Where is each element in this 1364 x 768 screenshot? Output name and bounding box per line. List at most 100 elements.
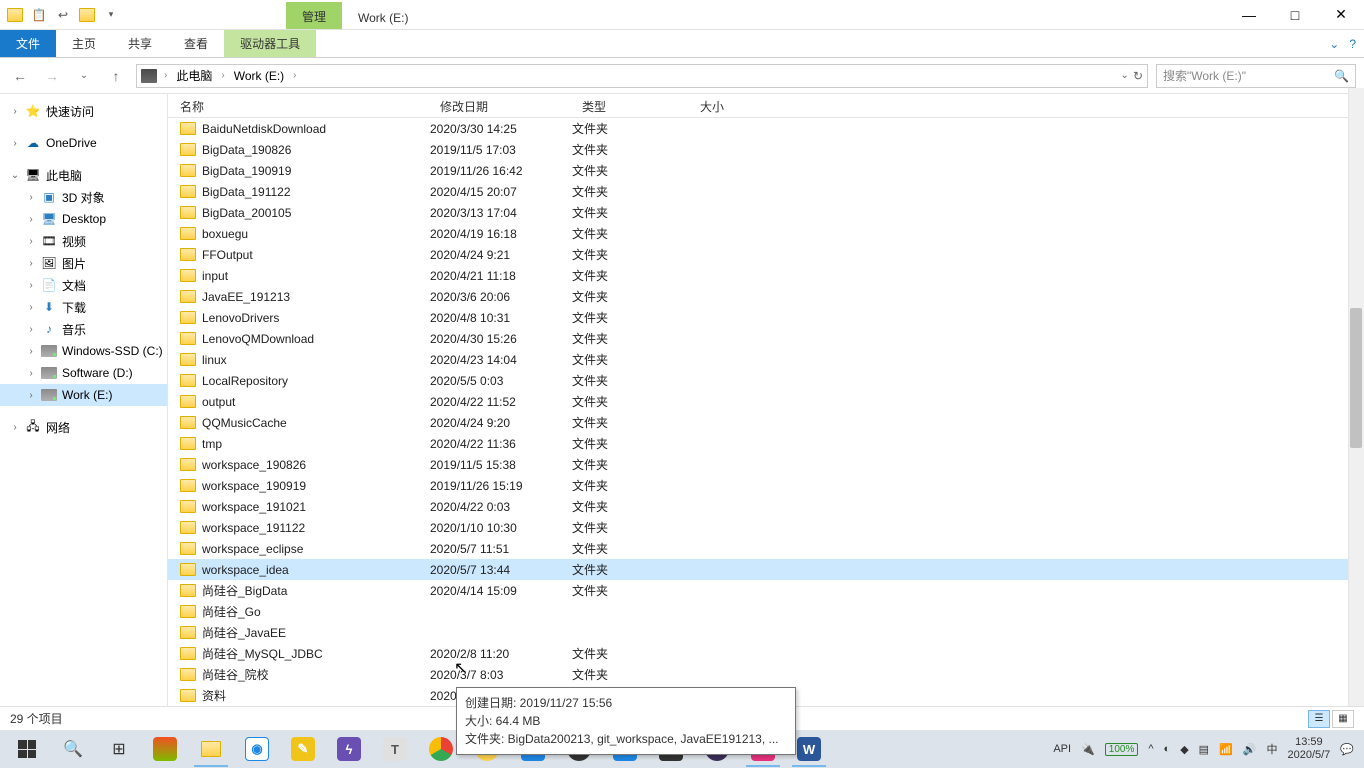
table-row[interactable]: workspace_eclipse2020/5/7 11:51文件夹 xyxy=(168,538,1364,559)
taskbar-app[interactable]: T xyxy=(372,730,418,768)
table-row[interactable]: workspace_1909192019/11/26 15:19文件夹 xyxy=(168,475,1364,496)
icons-view-button[interactable]: ▦ xyxy=(1332,710,1354,728)
properties-icon[interactable] xyxy=(4,4,26,26)
table-row[interactable]: workspace_1908262019/11/5 15:38文件夹 xyxy=(168,454,1364,475)
tray-icon[interactable]: ◐ xyxy=(1164,743,1171,755)
up-button[interactable]: ↑ xyxy=(104,64,128,88)
tray-ime[interactable]: 中 xyxy=(1266,741,1277,757)
taskbar-explorer[interactable] xyxy=(188,730,234,768)
file-date: 2019/11/5 17:03 xyxy=(430,143,572,157)
recent-dropdown-icon[interactable]: ⌄ xyxy=(72,64,96,88)
qat-dropdown-icon[interactable]: ▾ xyxy=(100,4,122,26)
table-row[interactable]: BigData_1911222020/4/15 20:07文件夹 xyxy=(168,181,1364,202)
table-row[interactable]: BigData_1908262019/11/5 17:03文件夹 xyxy=(168,139,1364,160)
start-button[interactable] xyxy=(4,730,50,768)
tree-drive-c[interactable]: Windows-SSD (C:) xyxy=(0,340,167,362)
tree-thispc[interactable]: 🖥此电脑 xyxy=(0,164,167,186)
table-row[interactable]: 尚硅谷_BigData2020/4/14 15:09文件夹 xyxy=(168,580,1364,601)
table-row[interactable]: LenovoDrivers2020/4/8 10:31文件夹 xyxy=(168,307,1364,328)
taskbar-app[interactable]: ✎ xyxy=(280,730,326,768)
help-icon[interactable]: ? xyxy=(1349,37,1356,51)
tree-onedrive[interactable]: ☁OneDrive xyxy=(0,132,167,154)
col-date[interactable]: 修改日期 xyxy=(430,94,572,117)
file-rows[interactable]: BaiduNetdiskDownload2020/3/30 14:25文件夹Bi… xyxy=(168,118,1364,706)
tray-icon[interactable]: ^ xyxy=(1148,743,1153,755)
paste-icon[interactable]: 📋 xyxy=(28,4,50,26)
tree-network[interactable]: 🖧网络 xyxy=(0,416,167,438)
tree-quick-access[interactable]: ⭐快速访问 xyxy=(0,100,167,122)
crumb-thispc[interactable]: 此电脑 xyxy=(174,67,214,84)
address-dropdown-icon[interactable]: ⌄ xyxy=(1121,70,1129,81)
tab-drive-tools[interactable]: 驱动器工具 xyxy=(224,30,316,57)
table-row[interactable]: output2020/4/22 11:52文件夹 xyxy=(168,391,1364,412)
tab-share[interactable]: 共享 xyxy=(112,30,168,57)
tray-wifi-icon[interactable]: 📶 xyxy=(1219,743,1233,756)
undo-icon[interactable]: ↩ xyxy=(52,4,74,26)
search-input[interactable]: 搜索"Work (E:)" 🔍 xyxy=(1156,64,1356,88)
table-row[interactable]: BigData_2001052020/3/13 17:04文件夹 xyxy=(168,202,1364,223)
nav-tree[interactable]: ⭐快速访问 ☁OneDrive 🖥此电脑 ▣3D 对象 🖥Desktop 🎞视频… xyxy=(0,94,168,706)
scrollbar[interactable] xyxy=(1348,88,1364,706)
col-name[interactable]: 名称 xyxy=(168,94,430,117)
tree-3dobjects[interactable]: ▣3D 对象 xyxy=(0,186,167,208)
table-row[interactable]: 尚硅谷_JavaEE xyxy=(168,622,1364,643)
tray-battery[interactable]: 100% xyxy=(1105,743,1139,756)
taskbar-app[interactable]: ϟ xyxy=(326,730,372,768)
tab-file[interactable]: 文件 xyxy=(0,30,56,57)
table-row[interactable]: 尚硅谷_MySQL_JDBC2020/2/8 11:20文件夹 xyxy=(168,643,1364,664)
tree-pictures[interactable]: 🖼图片 xyxy=(0,252,167,274)
tray-volume-icon[interactable]: 🔊 xyxy=(1243,743,1257,756)
table-row[interactable]: input2020/4/21 11:18文件夹 xyxy=(168,265,1364,286)
table-row[interactable]: workspace_1910212020/4/22 0:03文件夹 xyxy=(168,496,1364,517)
details-view-button[interactable]: ☰ xyxy=(1308,710,1330,728)
tray-icon[interactable]: ◆ xyxy=(1180,743,1188,756)
table-row[interactable]: linux2020/4/23 14:04文件夹 xyxy=(168,349,1364,370)
table-row[interactable]: BigData_1909192019/11/26 16:42文件夹 xyxy=(168,160,1364,181)
table-row[interactable]: LocalRepository2020/5/5 0:03文件夹 xyxy=(168,370,1364,391)
tree-videos[interactable]: 🎞视频 xyxy=(0,230,167,252)
tray-api-label[interactable]: API xyxy=(1053,743,1071,755)
tray-icon[interactable]: ▤ xyxy=(1199,743,1209,756)
table-row[interactable]: 尚硅谷_院校2020/3/7 8:03文件夹 xyxy=(168,664,1364,685)
close-button[interactable]: ✕ xyxy=(1318,0,1364,29)
col-size[interactable]: 大小 xyxy=(690,94,770,117)
tree-drive-e[interactable]: Work (E:) xyxy=(0,384,167,406)
table-row[interactable]: JavaEE_1912132020/3/6 20:06文件夹 xyxy=(168,286,1364,307)
tray-power-icon[interactable]: 🔌 xyxy=(1081,743,1095,756)
table-row[interactable]: FFOutput2020/4/24 9:21文件夹 xyxy=(168,244,1364,265)
table-row[interactable]: workspace_1911222020/1/10 10:30文件夹 xyxy=(168,517,1364,538)
table-row[interactable]: QQMusicCache2020/4/24 9:20文件夹 xyxy=(168,412,1364,433)
tree-documents[interactable]: 📄文档 xyxy=(0,274,167,296)
chevron-right-icon[interactable]: › xyxy=(161,70,170,81)
search-icon[interactable]: 🔍 xyxy=(50,730,96,768)
maximize-button[interactable]: □ xyxy=(1272,0,1318,29)
chevron-right-icon[interactable]: › xyxy=(218,70,227,81)
ribbon-expand-icon[interactable]: ⌄ xyxy=(1329,37,1339,51)
tab-view[interactable]: 查看 xyxy=(168,30,224,57)
tree-drive-d[interactable]: Software (D:) xyxy=(0,362,167,384)
col-type[interactable]: 类型 xyxy=(572,94,690,117)
table-row[interactable]: boxuegu2020/4/19 16:18文件夹 xyxy=(168,223,1364,244)
taskbar-app[interactable]: ◉ xyxy=(234,730,280,768)
task-view-icon[interactable]: ⊞ xyxy=(96,730,142,768)
address-bar[interactable]: › 此电脑 › Work (E:) › ⌄ ↻ xyxy=(136,64,1148,88)
scrollbar-thumb[interactable] xyxy=(1350,308,1362,448)
table-row[interactable]: BaiduNetdiskDownload2020/3/30 14:25文件夹 xyxy=(168,118,1364,139)
table-row[interactable]: 尚硅谷_Go xyxy=(168,601,1364,622)
table-row[interactable]: LenovoQMDownload2020/4/30 15:26文件夹 xyxy=(168,328,1364,349)
table-row[interactable]: tmp2020/4/22 11:36文件夹 xyxy=(168,433,1364,454)
tray-clock[interactable]: 13:59 2020/5/7 xyxy=(1287,736,1330,762)
tree-desktop[interactable]: 🖥Desktop xyxy=(0,208,167,230)
tab-home[interactable]: 主页 xyxy=(56,30,112,57)
refresh-icon[interactable]: ↻ xyxy=(1133,69,1143,83)
back-button[interactable]: ← xyxy=(8,64,32,88)
tree-downloads[interactable]: ⬇下载 xyxy=(0,296,167,318)
minimize-button[interactable]: — xyxy=(1226,0,1272,29)
tray-notifications-icon[interactable]: 💬 xyxy=(1340,743,1354,756)
taskbar-app[interactable] xyxy=(142,730,188,768)
table-row[interactable]: workspace_idea2020/5/7 13:44文件夹 xyxy=(168,559,1364,580)
tree-music[interactable]: ♪音乐 xyxy=(0,318,167,340)
chevron-right-icon[interactable]: › xyxy=(290,70,299,81)
crumb-location[interactable]: Work (E:) xyxy=(232,69,286,83)
forward-button[interactable]: → xyxy=(40,64,64,88)
